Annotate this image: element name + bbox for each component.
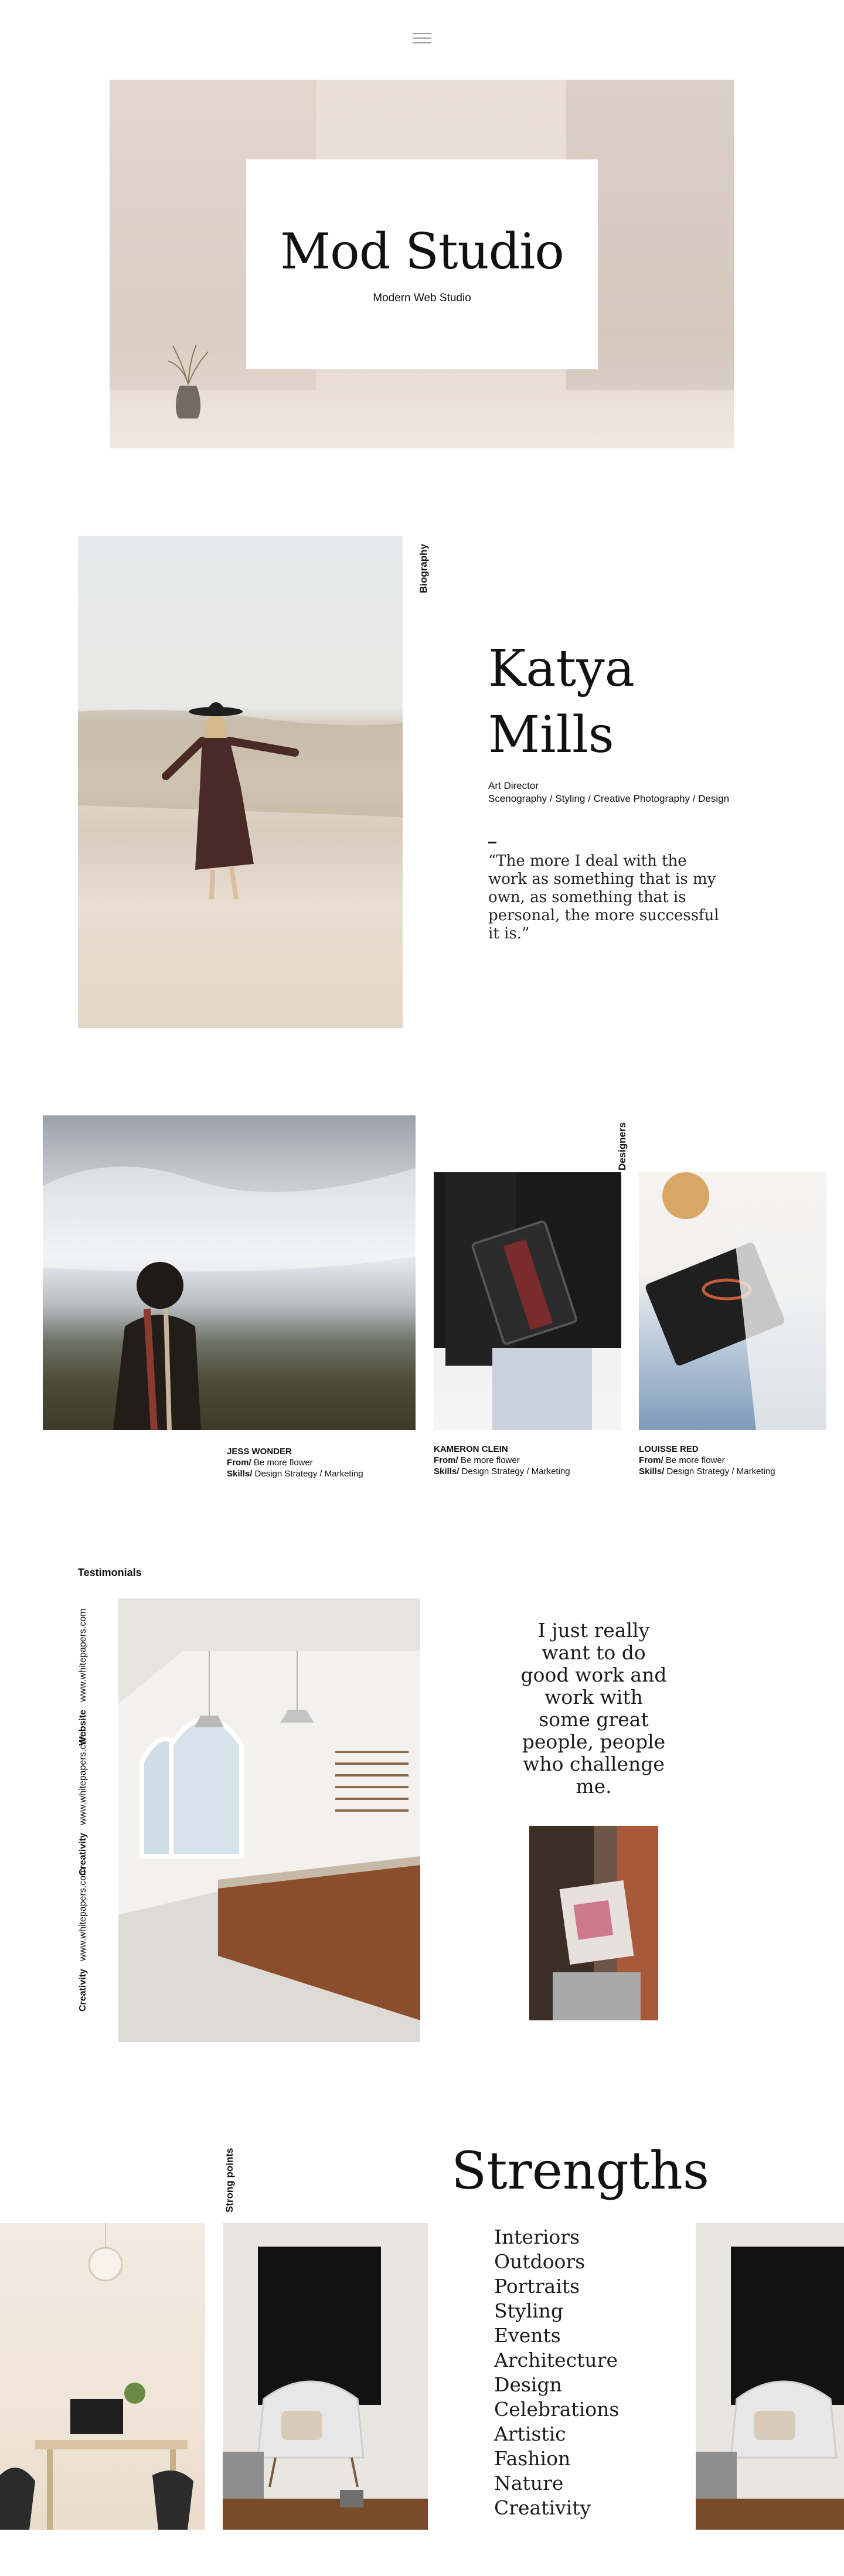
- designer-name: LOUISSE RED: [639, 1444, 699, 1454]
- designer-photo-jess: [43, 1115, 416, 1430]
- strength-item: Styling: [494, 2299, 563, 2322]
- strength-item: Nature: [494, 2472, 564, 2495]
- designer-from: Be more flower: [665, 1455, 725, 1465]
- testimonial-photo: [529, 1826, 658, 2020]
- side-link-website[interactable]: Website www.whitepapers.com: [78, 1608, 89, 1745]
- designer-skills-label: Skills/: [639, 1466, 665, 1476]
- hero-image: Mod Studio Modern Web Studio: [110, 80, 734, 448]
- strengths-title: Strengths: [451, 2141, 709, 2201]
- menu-icon[interactable]: [413, 33, 431, 43]
- strong-points-label: Strong points: [224, 2148, 235, 2213]
- designer-from: Be more flower: [253, 1458, 313, 1468]
- site-subtitle: Modern Web Studio: [373, 292, 471, 304]
- designer-photo-louisse: [639, 1172, 826, 1430]
- side-link-creativity[interactable]: Creativity www.whitepapers.com: [78, 1732, 89, 1876]
- designer-name: KAMERON CLEIN: [434, 1444, 508, 1454]
- designer-skills: Design Strategy / Marketing: [254, 1469, 363, 1479]
- designer-name: JESS WONDER: [227, 1447, 292, 1457]
- bio-role: Art Director: [488, 780, 539, 791]
- biography-photo: [78, 536, 403, 1028]
- biography-label: Biography: [418, 543, 429, 593]
- designer-from-label: From/: [434, 1455, 458, 1465]
- strength-item: Interiors: [494, 2225, 580, 2248]
- strength-item: Celebrations: [494, 2398, 620, 2421]
- designer-photo-kameron: [434, 1172, 621, 1430]
- designer-from-label: From/: [227, 1458, 251, 1468]
- strength-item: Fashion: [494, 2447, 571, 2470]
- testimonials-label: Testimonials: [78, 1567, 142, 1578]
- designers-label: Designers: [617, 1122, 628, 1170]
- testimonial-quote: I just really want to do good work and w…: [520, 1619, 667, 1798]
- designer-skills-label: Skills/: [227, 1469, 253, 1479]
- interior-photo-desk: [0, 2223, 205, 2530]
- strength-item: Architecture: [494, 2349, 618, 2371]
- bio-quote: “The more I deal with the work as someth…: [488, 852, 719, 942]
- designer-from: Be more flower: [460, 1455, 520, 1465]
- strength-item: Creativity: [494, 2496, 591, 2519]
- designer-card: KAMERON CLEIN From/ Be more flower Skill…: [434, 1444, 570, 1477]
- side-link-label: Creativity: [78, 1969, 88, 2012]
- designer-card: JESS WONDER From/ Be more flower Skills/…: [227, 1446, 363, 1479]
- side-link-url: www.whitepapers.com: [78, 1867, 88, 1961]
- strength-item: Design: [494, 2373, 562, 2396]
- strength-item: Outdoors: [494, 2250, 586, 2273]
- designer-skills-label: Skills/: [434, 1466, 460, 1476]
- designer-skills: Design Strategy / Marketing: [461, 1466, 570, 1476]
- interior-photo-chair: [223, 2223, 428, 2530]
- bio-name-last: Mills: [488, 706, 614, 764]
- designer-skills: Design Strategy / Marketing: [666, 1466, 775, 1476]
- side-link-url: www.whitepapers.com: [78, 1608, 88, 1702]
- side-link-url: www.whitepapers.com: [78, 1731, 88, 1825]
- interior-photo-chair-2: [696, 2223, 844, 2530]
- strength-item: Events: [494, 2324, 561, 2347]
- strength-item: Portraits: [494, 2275, 580, 2298]
- side-link-creativity-2[interactable]: Creativity www.whitepapers.com: [78, 1868, 89, 2012]
- hero-card: Mod Studio Modern Web Studio: [246, 159, 598, 369]
- bio-role-block: Art Director Scenography / Styling / Cre…: [488, 780, 729, 805]
- divider: [488, 842, 496, 843]
- strengths-list: Interiors Outdoors Portraits Styling Eve…: [494, 2225, 619, 2520]
- designer-from-label: From/: [639, 1455, 663, 1465]
- designer-card: LOUISSE RED From/ Be more flower Skills/…: [639, 1444, 775, 1477]
- vase-illustration: [168, 344, 209, 418]
- bio-name: Katya Mills: [488, 636, 635, 768]
- cafe-photo: [118, 1598, 420, 2042]
- strength-item: Artistic: [494, 2422, 566, 2445]
- bio-name-first: Katya: [488, 639, 635, 698]
- site-title: Mod Studio: [280, 223, 564, 280]
- bio-skills: Scenography / Styling / Creative Photogr…: [488, 793, 730, 804]
